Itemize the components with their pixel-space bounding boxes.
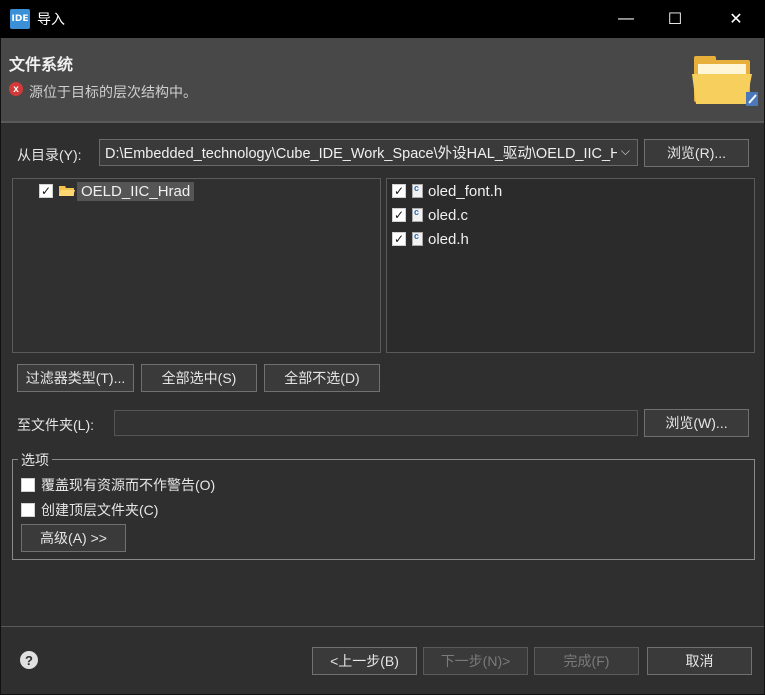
list-item[interactable]: ✓ oled.h xyxy=(392,228,469,250)
overwrite-option[interactable]: ✓ 覆盖现有资源而不作警告(O) xyxy=(21,475,215,495)
cancel-button[interactable]: 取消 xyxy=(647,647,752,675)
overwrite-label: 覆盖现有资源而不作警告(O) xyxy=(41,477,216,493)
source-dir-value: D:\Embedded_technology\Cube_IDE_Work_Spa… xyxy=(105,146,617,162)
tree-item-checkbox[interactable]: ✓ xyxy=(39,184,53,198)
browse-destination-button[interactable]: 浏览(W)... xyxy=(644,409,749,437)
tree-item-label: OELD_IIC_Hrad xyxy=(77,181,195,201)
maximize-button[interactable]: ☐ xyxy=(652,0,698,38)
back-button[interactable]: <上一步(B) xyxy=(312,647,417,675)
chevron-down-icon[interactable]: ⌵ xyxy=(621,144,630,159)
tree-item[interactable]: ✓ OELD_IIC_Hrad xyxy=(39,180,195,202)
error-message: 源位于目标的层次结构中。 xyxy=(29,84,197,100)
source-dir-combo[interactable]: D:\Embedded_technology\Cube_IDE_Work_Spa… xyxy=(99,139,638,166)
overwrite-checkbox[interactable]: ✓ xyxy=(21,478,35,492)
c-file-icon xyxy=(412,207,423,222)
folder-banner-icon xyxy=(692,56,758,106)
advanced-button[interactable]: 高级(A) >> xyxy=(21,524,126,552)
destination-input[interactable] xyxy=(114,410,638,436)
create-top-folder-checkbox[interactable]: ✓ xyxy=(21,503,35,517)
list-item[interactable]: ✓ oled.c xyxy=(392,204,468,226)
close-button[interactable]: ✕ xyxy=(713,0,759,38)
list-item[interactable]: ✓ oled_font.h xyxy=(392,180,502,202)
file-checkbox[interactable]: ✓ xyxy=(392,184,406,198)
minimize-button[interactable]: — xyxy=(603,0,649,38)
browse-source-button[interactable]: 浏览(R)... xyxy=(644,139,749,167)
header-separator xyxy=(0,121,765,123)
ide-app-icon: IDE xyxy=(10,9,30,29)
next-button[interactable]: 下一步(N)> xyxy=(423,647,528,675)
page-title: 文件系统 xyxy=(9,57,74,74)
filter-types-button[interactable]: 过滤器类型(T)... xyxy=(17,364,134,392)
destination-label: 至文件夹(L): xyxy=(17,417,94,433)
file-list[interactable]: ✓ oled_font.h ✓ oled.c ✓ oled.h xyxy=(386,178,755,353)
source-dir-label: 从目录(Y): xyxy=(17,147,82,163)
folder-tree[interactable]: ✓ OELD_IIC_Hrad xyxy=(12,178,381,353)
file-checkbox[interactable]: ✓ xyxy=(392,208,406,222)
wizard-header: 文件系统 x 源位于目标的层次结构中。 xyxy=(0,38,765,121)
options-title: 选项 xyxy=(18,450,52,470)
error-icon: x xyxy=(9,82,23,96)
file-checkbox[interactable]: ✓ xyxy=(392,232,406,246)
finish-button[interactable]: 完成(F) xyxy=(534,647,639,675)
footer-separator xyxy=(0,626,765,627)
open-folder-icon xyxy=(59,186,75,196)
help-icon[interactable]: ? xyxy=(20,651,38,669)
c-file-icon xyxy=(412,183,423,198)
create-top-folder-label: 创建顶层文件夹(C) xyxy=(41,502,159,518)
select-all-button[interactable]: 全部选中(S) xyxy=(141,364,257,392)
file-label: oled.h xyxy=(428,230,469,248)
window-frame-left xyxy=(0,38,1,695)
file-label: oled.c xyxy=(428,206,469,224)
title-bar: IDE 导入 — ☐ ✕ xyxy=(0,0,765,38)
window-title: 导入 xyxy=(37,11,65,27)
create-top-folder-option[interactable]: ✓ 创建顶层文件夹(C) xyxy=(21,500,158,520)
file-label: oled_font.h xyxy=(428,182,503,200)
deselect-all-button[interactable]: 全部不选(D) xyxy=(264,364,380,392)
c-file-icon xyxy=(412,231,423,246)
